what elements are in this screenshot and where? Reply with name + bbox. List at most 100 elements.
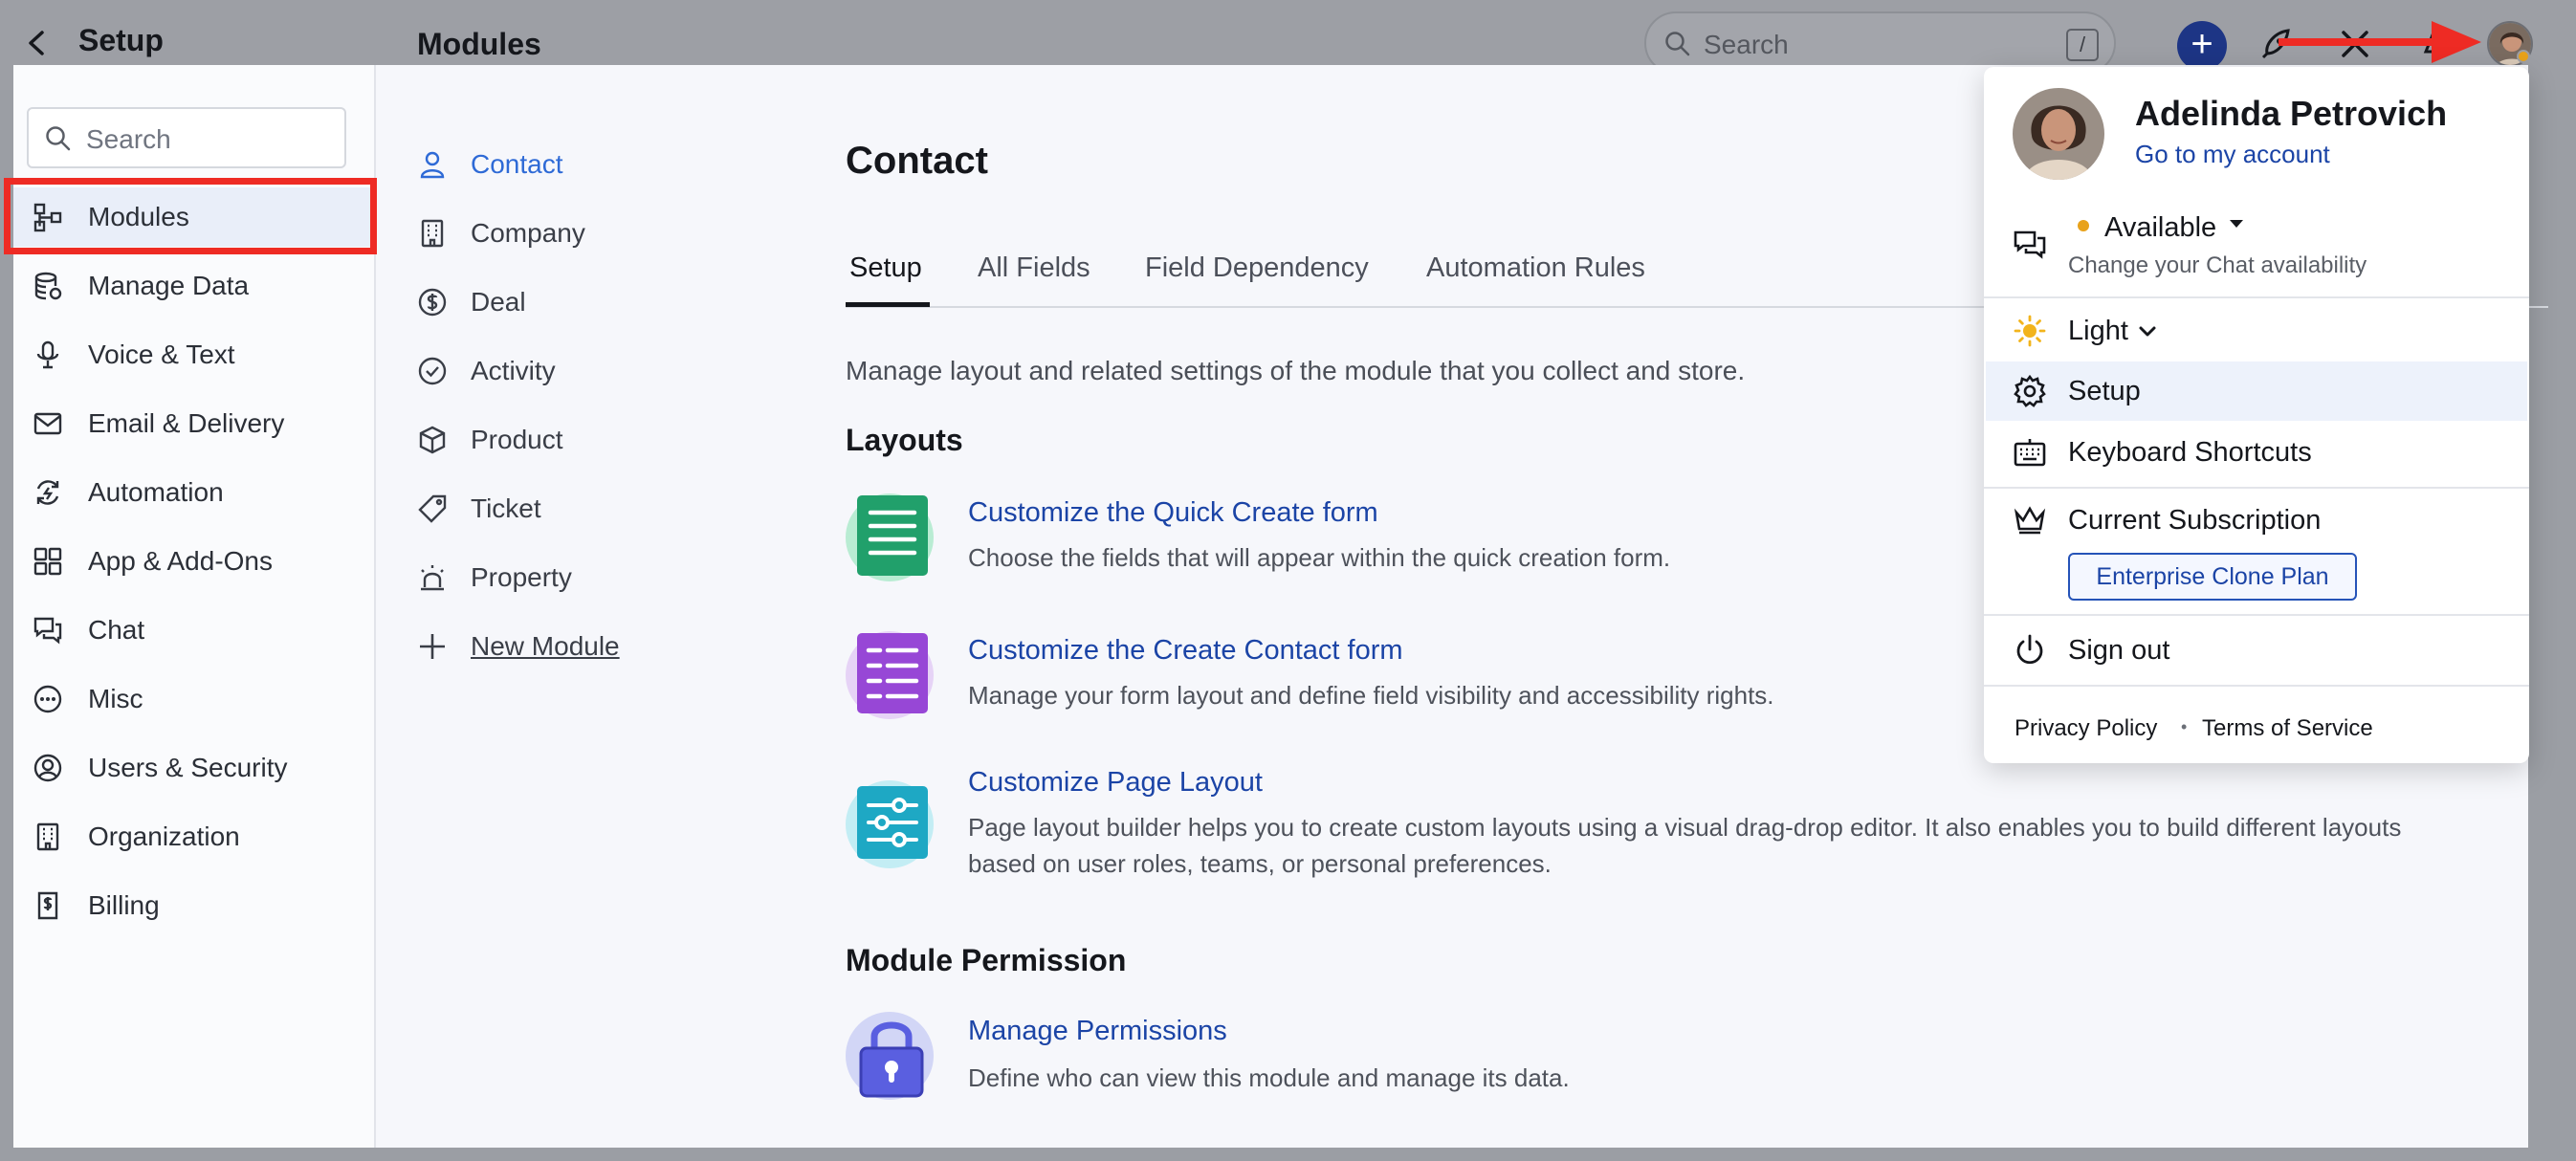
caret-down-icon[interactable]	[2227, 214, 2246, 233]
sidebar-item-chat[interactable]: Chat	[13, 601, 373, 660]
quick-create-form-link[interactable]: Customize the Quick Create form	[968, 497, 1378, 529]
manage-permissions-link[interactable]: Manage Permissions	[968, 1016, 1227, 1047]
module-item-deal[interactable]: Deal	[411, 275, 717, 329]
create-contact-form-link[interactable]: Customize the Create Contact form	[968, 635, 1403, 667]
shortcut-key-badge: /	[2066, 29, 2099, 61]
dollar-icon	[417, 287, 448, 318]
profile-avatar	[2013, 88, 2104, 180]
create-contact-form-icon	[846, 627, 937, 719]
status-available-dot	[2078, 220, 2089, 231]
sidebar-item-label: Manage Data	[88, 271, 250, 300]
building-icon	[33, 821, 63, 852]
module-item-label: Contact	[471, 149, 563, 179]
automation-icon	[33, 477, 63, 508]
setup-menu-item[interactable]	[1986, 361, 2527, 421]
page-layout-link[interactable]: Customize Page Layout	[968, 767, 1263, 799]
chat-icon	[33, 615, 63, 646]
annotation-highlight-box	[4, 178, 377, 254]
building-icon	[417, 218, 448, 249]
sidebar-item-label: Organization	[88, 821, 240, 851]
sign-out-item[interactable]: Sign out	[2068, 635, 2169, 667]
sidebar-item-email-delivery[interactable]: Email & Delivery	[13, 394, 373, 453]
keyboard-icon	[2013, 435, 2047, 470]
user-circle-icon	[33, 753, 63, 783]
apps-grid-icon	[33, 546, 63, 577]
sidebar-item-label: Chat	[88, 615, 145, 645]
profile-name: Adelinda Petrovich	[2135, 94, 2448, 133]
tag-icon	[417, 493, 448, 524]
tab-automation-rules[interactable]: Automation Rules	[1426, 252, 1645, 284]
keyboard-shortcuts-item[interactable]: Keyboard Shortcuts	[2068, 437, 2312, 469]
subscription-plan-button[interactable]: Enterprise Clone Plan	[2068, 553, 2357, 601]
module-item-product[interactable]: Product	[411, 413, 717, 467]
billing-icon	[33, 890, 63, 921]
terms-of-service-link[interactable]: Terms of Service	[2202, 715, 2373, 742]
content-description: Manage layout and related settings of th…	[846, 356, 1746, 385]
footer-bullet: •	[2181, 717, 2188, 736]
availability-status[interactable]: Available	[2104, 212, 2216, 244]
setup-menu-label[interactable]: Setup	[2068, 376, 2141, 407]
sidebar-item-label: Users & Security	[88, 753, 288, 782]
person-icon	[417, 149, 448, 180]
search-icon	[1665, 32, 1690, 56]
chat-icon	[2013, 228, 2047, 262]
more-dots-icon	[33, 684, 63, 714]
theme-selector[interactable]: Light	[2068, 316, 2128, 347]
page-layout-icon	[846, 777, 937, 868]
sidebar-item-organization[interactable]: Organization	[13, 807, 373, 866]
module-item-label: Product	[471, 425, 563, 454]
sidebar-item-manage-data[interactable]: Manage Data	[13, 256, 373, 316]
sidebar-item-misc[interactable]: Misc	[13, 669, 373, 729]
sidebar-item-app-addons[interactable]: App & Add-Ons	[13, 532, 373, 591]
search-placeholder: Search	[86, 124, 171, 154]
module-item-company[interactable]: Company	[411, 207, 717, 260]
module-item-contact[interactable]: Contact	[411, 138, 717, 191]
page-layout-desc-line2: based on user roles, teams, or personal …	[968, 849, 1552, 878]
microphone-icon	[33, 340, 63, 370]
sidebar-item-label: App & Add-Ons	[88, 546, 274, 576]
search-placeholder: Search	[1704, 30, 1789, 59]
module-item-label: Deal	[471, 287, 526, 317]
power-icon	[2013, 633, 2047, 668]
crown-icon	[2013, 503, 2047, 537]
tab-field-dependency[interactable]: Field Dependency	[1145, 252, 1369, 284]
new-module-button[interactable]: New Module	[411, 620, 717, 673]
box-icon	[417, 425, 448, 455]
module-item-property[interactable]: Property	[411, 551, 717, 604]
sidebar-item-voice-text[interactable]: Voice & Text	[13, 325, 373, 384]
sun-icon	[2013, 314, 2047, 348]
chevron-down-icon[interactable]	[2137, 321, 2158, 342]
module-item-label: Activity	[471, 356, 556, 385]
sidebar-item-automation[interactable]: Automation	[13, 463, 373, 522]
module-permission-heading: Module Permission	[846, 943, 1127, 977]
manage-permissions-desc: Define who can view this module and mana…	[968, 1063, 1570, 1092]
sidebar-item-users-security[interactable]: Users & Security	[13, 738, 373, 798]
new-module-label: New Module	[471, 631, 620, 661]
tab-all-fields[interactable]: All Fields	[978, 252, 1090, 284]
privacy-policy-link[interactable]: Privacy Policy	[2015, 715, 2157, 742]
add-button[interactable]: +	[2177, 21, 2227, 71]
sidebar-item-label: Billing	[88, 890, 160, 920]
search-icon	[46, 126, 71, 151]
tab-setup[interactable]: Setup	[849, 252, 922, 284]
page-layout-desc: Page layout builder helps you to create …	[968, 813, 2402, 842]
lock-icon	[846, 1008, 937, 1100]
page-title: Modules	[417, 27, 541, 61]
sidebar-item-label: Voice & Text	[88, 340, 235, 369]
content-title: Contact	[846, 140, 988, 182]
sidebar-item-billing[interactable]: Billing	[13, 876, 373, 935]
sidebar-search-input[interactable]: Search	[27, 107, 346, 168]
back-arrow-icon[interactable]	[21, 23, 54, 63]
module-item-ticket[interactable]: Ticket	[411, 482, 717, 536]
availability-hint: Change your Chat availability	[2068, 252, 2367, 278]
sidebar-item-label: Email & Delivery	[88, 408, 285, 438]
mail-icon	[33, 408, 63, 439]
sidebar-item-label: Misc	[88, 684, 143, 713]
plus-icon	[417, 631, 448, 662]
module-item-activity[interactable]: Activity	[411, 344, 717, 398]
go-to-account-link[interactable]: Go to my account	[2135, 140, 2330, 169]
create-contact-form-desc: Manage your form layout and define field…	[968, 681, 1774, 710]
menu-divider	[1984, 614, 2529, 616]
gear-icon	[2013, 374, 2047, 408]
module-item-label: Property	[471, 562, 572, 592]
